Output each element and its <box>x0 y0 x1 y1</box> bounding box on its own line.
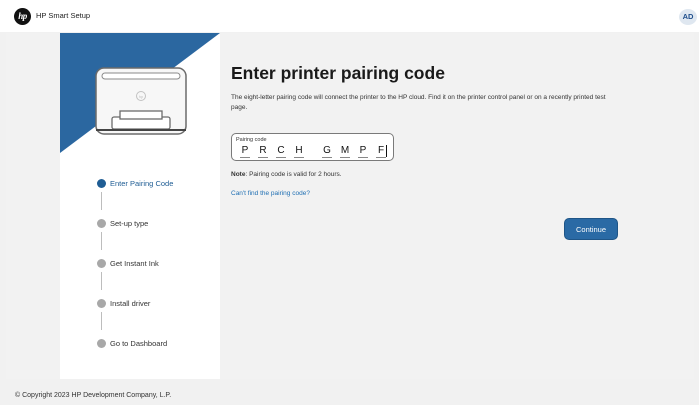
step-connector <box>101 272 102 290</box>
step-dot-icon <box>97 179 106 188</box>
code-char: F <box>376 145 386 158</box>
app-title: HP Smart Setup <box>36 11 91 20</box>
code-char: H <box>294 145 304 158</box>
setup-card: hp Enter Pairing Code Set-up type Get In… <box>6 33 694 379</box>
hp-logo-icon: hp <box>14 8 31 25</box>
step-install-driver[interactable]: Install driver <box>97 298 217 310</box>
printer-illustration: hp <box>60 33 220 153</box>
code-char: C <box>276 145 286 158</box>
validity-note: Note: Pairing code is valid for 2 hours. <box>231 171 342 178</box>
page-description: The eight-letter pairing code will conne… <box>231 94 606 111</box>
step-dot-icon <box>97 219 106 228</box>
step-label: Enter Pairing Code <box>110 179 174 188</box>
step-label: Install driver <box>110 299 151 308</box>
cant-find-code-link[interactable]: Can't find the pairing code? <box>231 190 310 197</box>
svg-text:hp: hp <box>139 94 144 99</box>
code-char: P <box>358 145 368 158</box>
footer-copyright: © Copyright 2023 HP Development Company,… <box>15 392 172 399</box>
top-bar: hp HP Smart Setup AD <box>0 0 699 32</box>
step-label: Set-up type <box>110 219 149 228</box>
step-dot-icon <box>97 339 106 348</box>
step-enter-pairing-code[interactable]: Enter Pairing Code <box>97 178 217 190</box>
step-get-instant-ink[interactable]: Get Instant Ink <box>97 258 217 270</box>
step-connector <box>101 232 102 250</box>
step-dot-icon <box>97 299 106 308</box>
step-label: Get Instant Ink <box>110 259 159 268</box>
code-char: M <box>340 145 350 158</box>
note-text: : Pairing code is valid for 2 hours. <box>245 171 342 178</box>
code-char: G <box>322 145 332 158</box>
step-connector <box>101 192 102 210</box>
continue-button[interactable]: Continue <box>564 218 618 240</box>
step-dot-icon <box>97 259 106 268</box>
step-connector <box>101 312 102 330</box>
step-set-up-type[interactable]: Set-up type <box>97 218 217 230</box>
step-label: Go to Dashboard <box>110 339 168 348</box>
page-title: Enter printer pairing code <box>231 63 445 83</box>
step-go-to-dashboard[interactable]: Go to Dashboard <box>97 338 217 350</box>
note-bold: Note <box>231 171 246 178</box>
steps-sidebar: hp Enter Pairing Code Set-up type Get In… <box>60 33 220 379</box>
code-char: R <box>258 145 268 158</box>
pairing-code-label: Pairing code <box>236 137 267 143</box>
pairing-code-input[interactable]: Pairing code P R C H G M P F <box>231 133 394 161</box>
text-caret <box>386 145 387 157</box>
code-char: P <box>240 145 250 158</box>
user-avatar[interactable]: AD <box>679 9 697 25</box>
